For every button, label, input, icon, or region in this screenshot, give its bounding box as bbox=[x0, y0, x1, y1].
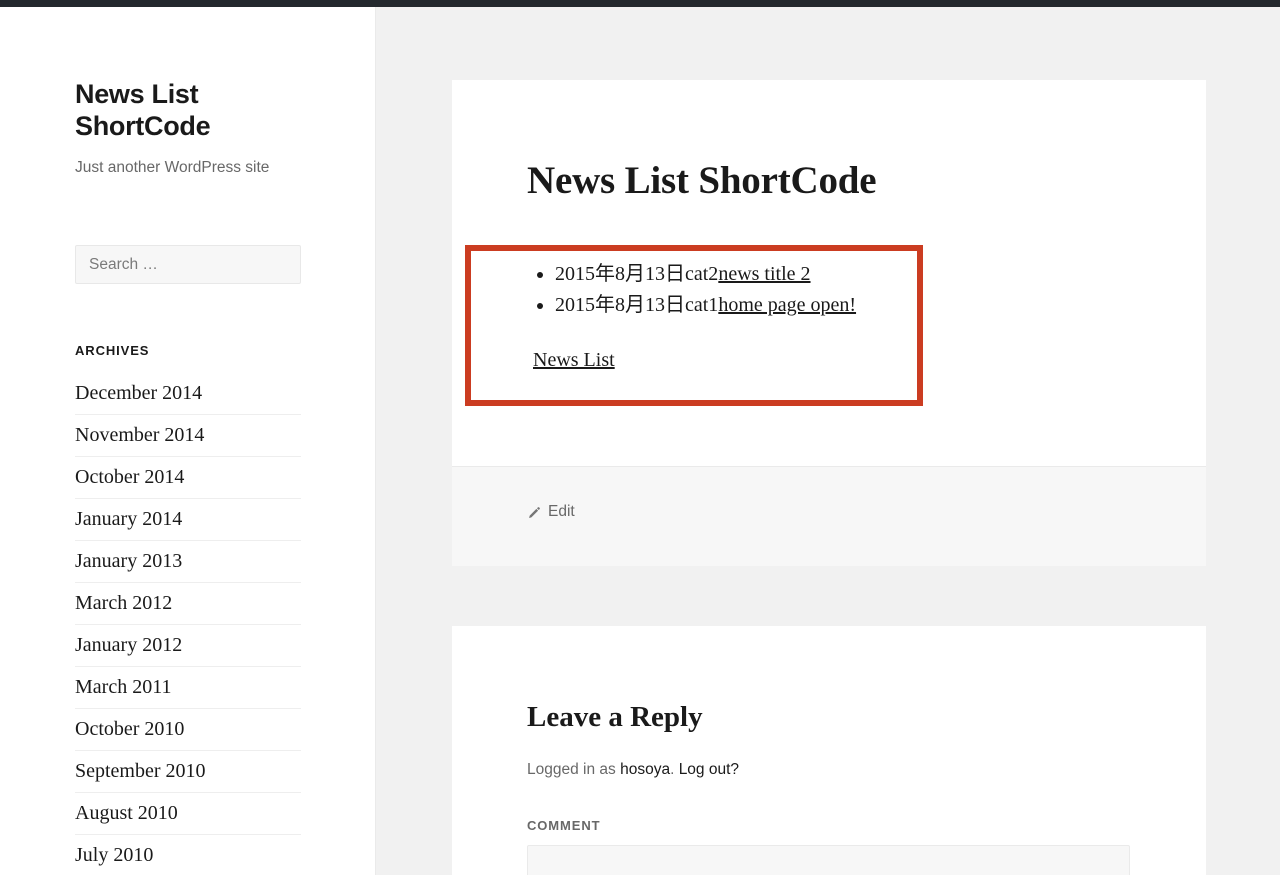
logged-in-separator: . bbox=[670, 761, 679, 778]
profile-link[interactable]: hosoya bbox=[620, 761, 670, 778]
news-title-link[interactable]: home page open! bbox=[718, 294, 856, 316]
news-title-link[interactable]: news title 2 bbox=[718, 263, 810, 285]
archive-link[interactable]: December 2014 bbox=[75, 373, 301, 414]
archive-link[interactable]: January 2013 bbox=[75, 541, 301, 582]
comment-textarea[interactable] bbox=[527, 845, 1130, 875]
news-list-highlight-box: 2015年8月13日cat2news title 2 2015年8月13日cat… bbox=[465, 244, 923, 406]
archive-link[interactable]: March 2011 bbox=[75, 667, 301, 708]
news-date: 2015年8月13日 bbox=[555, 293, 685, 316]
list-item[interactable]: September 2010 bbox=[75, 751, 301, 794]
list-item[interactable]: December 2014 bbox=[75, 373, 301, 416]
entry-body: News List ShortCode 2015年8月13日cat2news t… bbox=[452, 80, 1206, 466]
news-date: 2015年8月13日 bbox=[555, 262, 685, 285]
main-content: News List ShortCode 2015年8月13日cat2news t… bbox=[377, 7, 1280, 875]
news-category: cat1 bbox=[685, 293, 719, 316]
archive-link[interactable]: August 2010 bbox=[75, 793, 301, 834]
comment-field-label: COMMENT bbox=[527, 818, 601, 833]
comments-inner: Leave a Reply Logged in as hosoya. Log o… bbox=[452, 626, 1206, 875]
entry-spacer bbox=[527, 406, 1131, 466]
archive-link[interactable]: October 2014 bbox=[75, 457, 301, 498]
list-item[interactable]: October 2010 bbox=[75, 709, 301, 752]
list-item[interactable]: August 2010 bbox=[75, 793, 301, 836]
logged-in-notice: Logged in as hosoya. Log out? bbox=[527, 761, 1131, 779]
archives-list: December 2014 November 2014 October 2014… bbox=[75, 373, 301, 875]
list-item[interactable]: March 2011 bbox=[75, 667, 301, 710]
entry-footer: Edit bbox=[452, 465, 1206, 566]
list-item[interactable]: March 2012 bbox=[75, 583, 301, 626]
admin-bar bbox=[0, 0, 1280, 7]
comments-card: Leave a Reply Logged in as hosoya. Log o… bbox=[452, 626, 1206, 875]
list-item[interactable]: November 2014 bbox=[75, 415, 301, 458]
news-more-wrapper: News List bbox=[533, 349, 917, 372]
archives-heading: ARCHIVES bbox=[75, 343, 150, 359]
archive-link[interactable]: November 2014 bbox=[75, 415, 301, 456]
site-title[interactable]: News List ShortCode bbox=[75, 7, 275, 143]
search-input[interactable] bbox=[75, 245, 301, 285]
news-list-item: 2015年8月13日cat2news title 2 bbox=[555, 259, 917, 290]
archive-link[interactable]: July 2010 bbox=[75, 835, 301, 875]
sidebar: News List ShortCode Just another WordPre… bbox=[0, 7, 376, 875]
news-list-item: 2015年8月13日cat1home page open! bbox=[555, 290, 917, 321]
archive-link[interactable]: September 2010 bbox=[75, 751, 301, 792]
archive-link[interactable]: March 2012 bbox=[75, 583, 301, 624]
page-root: News List ShortCode Just another WordPre… bbox=[0, 0, 1280, 875]
search-form[interactable] bbox=[75, 245, 301, 285]
logout-link[interactable]: Log out? bbox=[679, 761, 739, 778]
list-item[interactable]: October 2014 bbox=[75, 457, 301, 500]
page-title: News List ShortCode bbox=[527, 159, 877, 202]
list-item[interactable]: January 2013 bbox=[75, 541, 301, 584]
archive-link[interactable]: January 2012 bbox=[75, 625, 301, 666]
archive-link[interactable]: October 2010 bbox=[75, 709, 301, 750]
list-item[interactable]: January 2012 bbox=[75, 625, 301, 668]
news-list-more-link[interactable]: News List bbox=[533, 349, 615, 371]
list-item[interactable]: January 2014 bbox=[75, 499, 301, 542]
edit-post-link[interactable]: Edit bbox=[527, 503, 575, 521]
news-category: cat2 bbox=[685, 262, 719, 285]
news-list: 2015年8月13日cat2news title 2 2015年8月13日cat… bbox=[471, 259, 917, 321]
comments-title: Leave a Reply bbox=[527, 701, 703, 733]
article-card: News List ShortCode 2015年8月13日cat2news t… bbox=[452, 80, 1206, 566]
site-description: Just another WordPress site bbox=[75, 158, 270, 176]
archive-link[interactable]: January 2014 bbox=[75, 499, 301, 540]
logged-in-prefix: Logged in as bbox=[527, 761, 621, 778]
edit-post-label: Edit bbox=[548, 502, 575, 520]
list-item[interactable]: July 2010 bbox=[75, 835, 301, 875]
pencil-icon bbox=[527, 506, 541, 520]
